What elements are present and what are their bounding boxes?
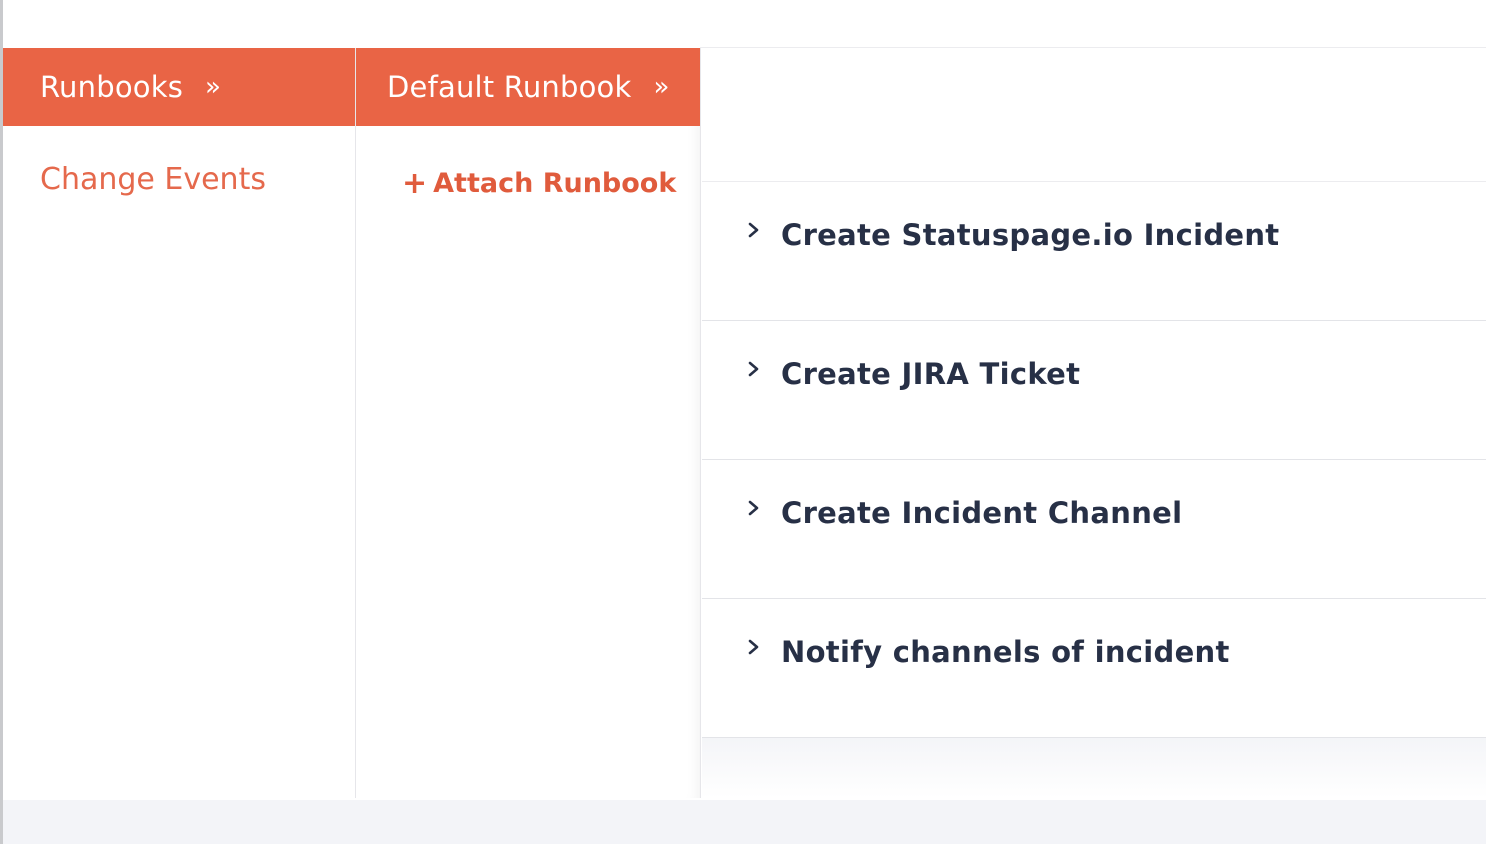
list-bottom-shadow xyxy=(702,738,1486,798)
default-runbook-header[interactable]: Default Runbook » xyxy=(356,48,700,126)
chevron-right-icon[interactable] xyxy=(746,357,762,381)
step-item[interactable]: Create JIRA Ticket xyxy=(702,321,1486,460)
runbooks-column: Runbooks » Change Events xyxy=(3,48,356,798)
step-label: Create Statuspage.io Incident xyxy=(781,218,1280,252)
runbooks-header[interactable]: Runbooks » xyxy=(3,48,355,126)
chevron-right-icon[interactable] xyxy=(746,635,762,659)
chevron-right-icon[interactable] xyxy=(746,218,762,242)
step-item[interactable]: Create Incident Channel xyxy=(702,460,1486,599)
step-label: Notify channels of incident xyxy=(781,635,1230,669)
step-label: Create Incident Channel xyxy=(781,496,1183,530)
step-item[interactable]: Notify channels of incident xyxy=(702,599,1486,738)
attach-runbook-button[interactable]: + Attach Runbook xyxy=(402,166,676,201)
change-events-link[interactable]: Change Events xyxy=(40,162,266,197)
double-chevron-right-icon: » xyxy=(205,72,222,102)
double-chevron-right-icon: » xyxy=(653,72,670,102)
runbooks-header-label: Runbooks xyxy=(40,70,184,104)
steps-header-space xyxy=(702,48,1486,182)
default-runbook-column: Default Runbook » + Attach Runbook xyxy=(356,48,701,798)
plus-icon: + xyxy=(402,166,428,201)
attach-runbook-label: Attach Runbook xyxy=(433,168,677,199)
runbook-steps-panel: Create Statuspage.io Incident Create JIR… xyxy=(702,48,1486,798)
step-item[interactable]: Create Statuspage.io Incident xyxy=(702,182,1486,321)
default-runbook-header-label: Default Runbook xyxy=(387,70,632,104)
step-label: Create JIRA Ticket xyxy=(781,357,1081,391)
chevron-right-icon[interactable] xyxy=(746,496,762,520)
page-footer-band xyxy=(3,800,1486,844)
